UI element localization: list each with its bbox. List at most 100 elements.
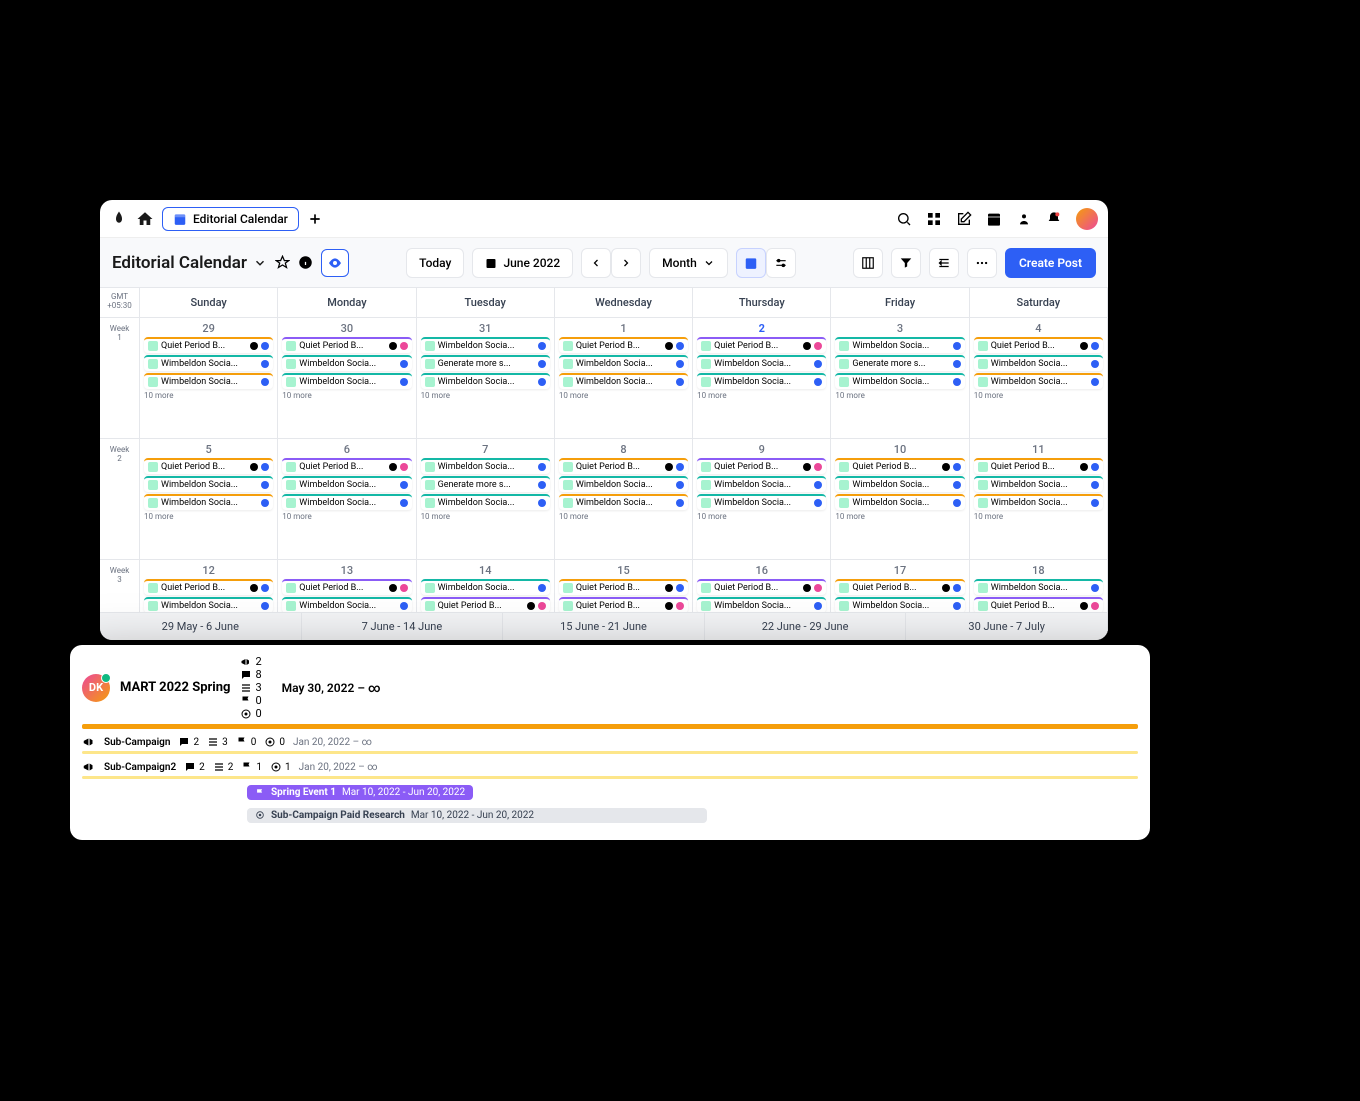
calendar-event[interactable]: Wimbeldon Socia...: [974, 355, 1103, 371]
team-icon[interactable]: [1016, 211, 1032, 227]
calendar-event[interactable]: Quiet Period B...: [697, 337, 826, 353]
indent-button[interactable]: [929, 248, 959, 278]
user-avatar[interactable]: [1076, 208, 1098, 230]
calendar-event[interactable]: Wimbeldon Socia...: [697, 494, 826, 510]
calendar-event[interactable]: Wimbeldon Socia...: [697, 373, 826, 389]
home-icon[interactable]: [136, 210, 154, 228]
calendar-event[interactable]: Wimbeldon Socia...: [974, 494, 1103, 510]
calendar-event[interactable]: Wimbeldon Socia...: [144, 476, 273, 492]
calendar-event[interactable]: Wimbeldon Socia...: [835, 494, 964, 510]
sub-campaign-row[interactable]: Sub-Campaign2300Jan 20, 2022 – ∞: [82, 735, 1138, 749]
next-month-button[interactable]: [611, 248, 641, 278]
calendar-event[interactable]: Wimbeldon Socia...: [974, 373, 1103, 389]
calendar-event[interactable]: Quiet Period B...: [559, 458, 688, 474]
calendar-event[interactable]: Quiet Period B...: [421, 597, 550, 613]
more-events-link[interactable]: 10 more: [974, 391, 1103, 400]
star-icon[interactable]: [275, 255, 290, 270]
more-events-link[interactable]: 10 more: [697, 391, 826, 400]
more-events-link[interactable]: 10 more: [697, 512, 826, 521]
day-cell[interactable]: 31Wimbeldon Socia...Generate more s...Wi…: [417, 318, 555, 438]
calendar-event[interactable]: Quiet Period B...: [697, 458, 826, 474]
calendar-event[interactable]: Quiet Period B...: [974, 337, 1103, 353]
compose-icon[interactable]: [956, 211, 972, 227]
more-events-link[interactable]: 10 more: [144, 512, 273, 521]
calendar-event[interactable]: Wimbeldon Socia...: [144, 494, 273, 510]
more-events-link[interactable]: 10 more: [559, 512, 688, 521]
day-cell[interactable]: 29Quiet Period B...Wimbeldon Socia...Wim…: [140, 318, 278, 438]
calendar-event[interactable]: Wimbeldon Socia...: [144, 373, 273, 389]
calendar-event[interactable]: Wimbeldon Socia...: [835, 337, 964, 353]
month-picker-button[interactable]: June 2022: [472, 248, 573, 278]
calendar-event[interactable]: Wimbeldon Socia...: [144, 597, 273, 613]
week-range-tab[interactable]: 7 June - 14 June: [302, 613, 504, 640]
calendar-nav-icon[interactable]: [986, 211, 1002, 227]
calendar-event[interactable]: Wimbeldon Socia...: [421, 579, 550, 595]
calendar-event[interactable]: Quiet Period B...: [974, 597, 1103, 613]
more-events-link[interactable]: 10 more: [421, 391, 550, 400]
notification-bell-icon[interactable]: [1046, 211, 1062, 227]
create-post-button[interactable]: Create Post: [1005, 248, 1096, 278]
calendar-event[interactable]: Wimbeldon Socia...: [421, 373, 550, 389]
grid-apps-icon[interactable]: [926, 211, 942, 227]
week-range-tab[interactable]: 30 June - 7 July: [906, 613, 1108, 640]
sub-campaign-row[interactable]: Sub-Campaign22211Jan 20, 2022 – ∞: [82, 760, 1138, 774]
campaign-timeline-bar[interactable]: [82, 724, 1138, 729]
calendar-event[interactable]: Quiet Period B...: [144, 337, 273, 353]
day-cell[interactable]: 3Wimbeldon Socia...Generate more s...Wim…: [831, 318, 969, 438]
week-range-tab[interactable]: 15 June - 21 June: [503, 613, 705, 640]
calendar-event[interactable]: Quiet Period B...: [144, 579, 273, 595]
week-range-tab[interactable]: 22 June - 29 June: [705, 613, 907, 640]
chevron-down-icon[interactable]: [253, 256, 267, 270]
prev-month-button[interactable]: [581, 248, 611, 278]
day-cell[interactable]: 6Quiet Period B...Wimbeldon Socia...Wimb…: [278, 439, 416, 559]
calendar-event[interactable]: Wimbeldon Socia...: [559, 476, 688, 492]
day-cell[interactable]: 7Wimbeldon Socia...Generate more s...Wim…: [417, 439, 555, 559]
calendar-event[interactable]: Wimbeldon Socia...: [697, 476, 826, 492]
calendar-event[interactable]: Wimbeldon Socia...: [697, 355, 826, 371]
calendar-event[interactable]: Wimbeldon Socia...: [421, 458, 550, 474]
calendar-event[interactable]: Generate more s...: [835, 355, 964, 371]
more-events-link[interactable]: 10 more: [835, 512, 964, 521]
calendar-event[interactable]: Generate more s...: [421, 476, 550, 492]
calendar-event[interactable]: Wimbeldon Socia...: [282, 494, 411, 510]
calendar-event[interactable]: Wimbeldon Socia...: [144, 355, 273, 371]
campaign-avatar[interactable]: DK: [82, 674, 110, 702]
view-select-button[interactable]: Month: [649, 248, 728, 278]
day-cell[interactable]: 11Quiet Period B...Wimbeldon Socia...Wim…: [970, 439, 1108, 559]
timeline-event-bar[interactable]: Spring Event 1Mar 10, 2022 - Jun 20, 202…: [247, 785, 473, 800]
settings-toggle[interactable]: [766, 248, 796, 278]
calendar-event[interactable]: Wimbeldon Socia...: [282, 597, 411, 613]
visibility-toggle-button[interactable]: [321, 249, 349, 277]
calendar-event[interactable]: Wimbeldon Socia...: [974, 476, 1103, 492]
day-cell[interactable]: 2Quiet Period B...Wimbeldon Socia...Wimb…: [693, 318, 831, 438]
calendar-event[interactable]: Quiet Period B...: [697, 579, 826, 595]
calendar-event[interactable]: Quiet Period B...: [144, 458, 273, 474]
calendar-event[interactable]: Quiet Period B...: [974, 458, 1103, 474]
more-events-link[interactable]: 10 more: [421, 512, 550, 521]
calendar-event[interactable]: Wimbeldon Socia...: [697, 597, 826, 613]
calendar-event[interactable]: Wimbeldon Socia...: [559, 494, 688, 510]
day-cell[interactable]: 10Quiet Period B...Wimbeldon Socia...Wim…: [831, 439, 969, 559]
calendar-event[interactable]: Wimbeldon Socia...: [282, 476, 411, 492]
calendar-event[interactable]: Wimbeldon Socia...: [421, 337, 550, 353]
day-cell[interactable]: 9Quiet Period B...Wimbeldon Socia...Wimb…: [693, 439, 831, 559]
calendar-event[interactable]: Quiet Period B...: [559, 597, 688, 613]
more-events-link[interactable]: 10 more: [974, 512, 1103, 521]
more-events-link[interactable]: 10 more: [144, 391, 273, 400]
calendar-event[interactable]: Wimbeldon Socia...: [559, 373, 688, 389]
more-events-link[interactable]: 10 more: [282, 391, 411, 400]
info-icon[interactable]: [298, 255, 313, 270]
active-tab[interactable]: Editorial Calendar: [162, 207, 299, 231]
calendar-event[interactable]: Quiet Period B...: [559, 337, 688, 353]
timeline-event-bar[interactable]: Sub-Campaign Paid ResearchMar 10, 2022 -…: [247, 808, 707, 823]
calendar-event[interactable]: Wimbeldon Socia...: [835, 476, 964, 492]
search-icon[interactable]: [896, 211, 912, 227]
calendar-event[interactable]: Quiet Period B...: [559, 579, 688, 595]
calendar-event[interactable]: Wimbeldon Socia...: [835, 597, 964, 613]
calendar-event[interactable]: Wimbeldon Socia...: [282, 355, 411, 371]
day-cell[interactable]: 4Quiet Period B...Wimbeldon Socia...Wimb…: [970, 318, 1108, 438]
calendar-event[interactable]: Quiet Period B...: [282, 579, 411, 595]
calendar-event[interactable]: Quiet Period B...: [835, 579, 964, 595]
calendar-view-toggle[interactable]: [736, 248, 766, 278]
day-cell[interactable]: 8Quiet Period B...Wimbeldon Socia...Wimb…: [555, 439, 693, 559]
